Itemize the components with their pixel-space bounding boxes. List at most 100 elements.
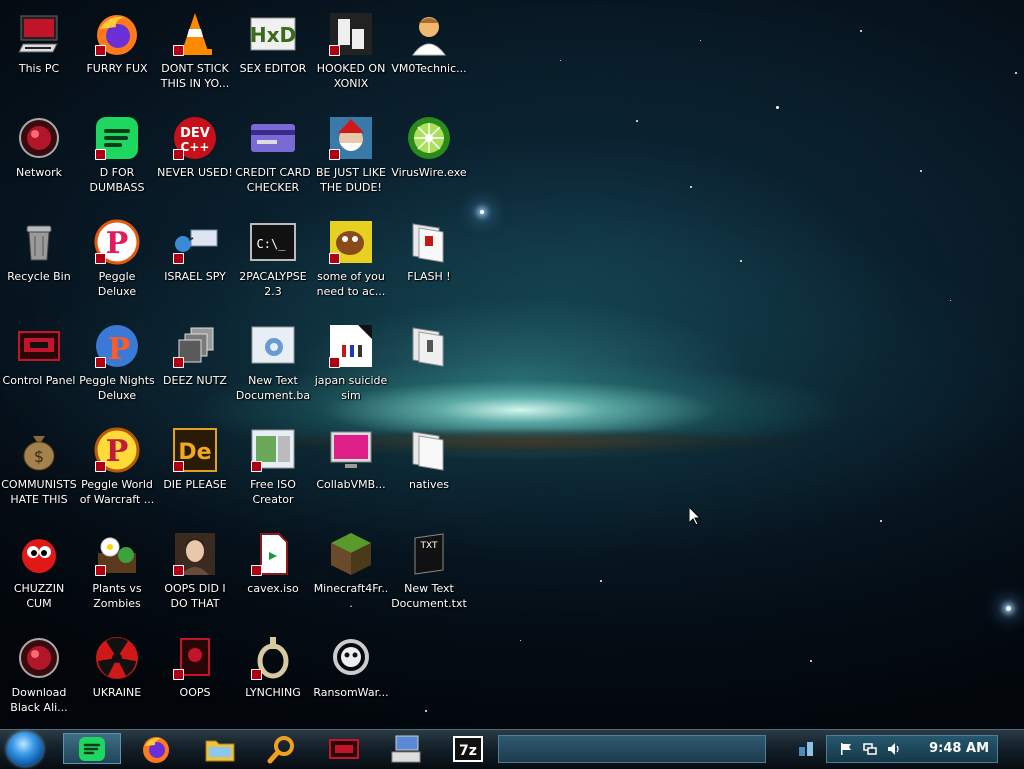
desktop-icon-lynching[interactable]: LYNCHING — [234, 628, 312, 728]
shortcut-badge-icon — [173, 253, 184, 264]
dev-cpp-icon: DEV C++ — [171, 114, 219, 162]
network-orb-icon — [15, 114, 63, 162]
desktop-icon-this-pc[interactable]: This PC — [0, 4, 78, 104]
minecraft-block-icon — [327, 530, 375, 578]
mouse-cursor-icon — [688, 505, 702, 530]
desktop-icon-ukraine[interactable]: UKRAINE — [78, 628, 156, 728]
7zip-icon: 7z — [453, 735, 483, 762]
desktop-icon-hooked-on-xonix[interactable]: HOOKED ON XONIX — [312, 4, 390, 104]
shortcut-badge-icon — [173, 357, 184, 368]
network-icon[interactable] — [863, 742, 877, 756]
taskbar-button-firefox[interactable] — [127, 733, 185, 764]
action-center-flag-icon[interactable] — [839, 742, 853, 756]
desktop-icon-free-iso-creator[interactable]: Free ISO Creator — [234, 420, 312, 520]
clock[interactable]: 9:48 AM — [929, 741, 989, 756]
shortcut-badge-icon — [329, 45, 340, 56]
desktop-icon-credit-card-checker[interactable]: CREDIT CARD CHECKER — [234, 108, 312, 208]
shortcut-badge-icon — [173, 669, 184, 680]
desktop-icon-unnamed-folder[interactable] — [390, 316, 468, 416]
keyboard-icon — [391, 735, 421, 762]
star — [560, 60, 561, 61]
star — [636, 120, 638, 122]
desktop-icon-die-please[interactable]: De DIE PLEASE — [156, 420, 234, 520]
desktop-icon-minecraft[interactable]: Minecraft4Fr... — [312, 524, 390, 624]
windows-stack-icon — [171, 322, 219, 370]
shortcut-badge-icon — [173, 149, 184, 160]
desktop-icon-never-used[interactable]: DEV C++ NEVER USED! — [156, 108, 234, 208]
desktop-icon-d-for-dumbass[interactable]: D FOR DUMBASS — [78, 108, 156, 208]
desktop-icon-furry-fux[interactable]: FURRY FUX — [78, 4, 156, 104]
desktop-icon-communists[interactable]: $ COMMUNISTS HATE THIS G... — [0, 420, 78, 520]
credit-card-icon — [249, 114, 297, 162]
start-orb-icon[interactable] — [7, 732, 43, 766]
taskbar-button-spotify[interactable] — [63, 733, 121, 764]
desktop-icon-japan-suicide-sim[interactable]: japan suicide sim — [312, 316, 390, 416]
desktop-icon-ransomware[interactable]: RansomWar... — [312, 628, 390, 728]
icon-label: SEX EDITOR — [239, 62, 307, 75]
iso-file-icon — [249, 530, 297, 578]
icon-label: Peggle Deluxe — [97, 270, 137, 298]
desktop-icon-recycle-bin[interactable]: Recycle Bin — [0, 212, 78, 312]
limewire-icon — [405, 114, 453, 162]
taskbar-button-7zip[interactable]: 7z — [439, 733, 497, 764]
desktop-icon-israel-spy[interactable]: ISRAEL SPY — [156, 212, 234, 312]
desktop-icon-viruswire[interactable]: VirusWire.exe — [390, 108, 468, 208]
desktop-icon-peggle-deluxe[interactable]: P Peggle Deluxe — [78, 212, 156, 312]
icon-label: japan suicide sim — [314, 374, 388, 402]
desktop-icon-peggle-wow[interactable]: P Peggle World of Warcraft ... — [78, 420, 156, 520]
folder-icon — [205, 740, 235, 761]
star — [740, 260, 742, 262]
icon-label: natives — [408, 478, 450, 491]
skull-icon — [327, 634, 375, 682]
desktop-icon-deez-nutz[interactable]: DEEZ NUTZ — [156, 316, 234, 416]
desktop-icon-sex-editor[interactable]: HxD SEX EDITOR — [234, 4, 312, 104]
taskbar-running-area[interactable] — [498, 735, 766, 763]
desktop-icon-network[interactable]: Network — [0, 108, 78, 208]
desktop-icon-oops-did-i[interactable]: OOPS DID I DO THAT — [156, 524, 234, 624]
svg-text:HxD: HxD — [250, 23, 296, 47]
desktop-icon-peggle-nights[interactable]: P Peggle Nights Deluxe — [78, 316, 156, 416]
peggle-nights-icon: P — [93, 322, 141, 370]
desktop-icon-new-text-bat[interactable]: New Text Document.bat — [234, 316, 312, 416]
shortcut-badge-icon — [329, 357, 340, 368]
desktop-icon-new-text-document[interactable]: TXT New Text Document.txt — [390, 524, 468, 624]
desktop-icon-plants-vs-zombies[interactable]: Plants vs Zombies — [78, 524, 156, 624]
desktop-icon-download-black[interactable]: Download Black Ali... — [0, 628, 78, 728]
shortcut-badge-icon — [95, 565, 106, 576]
desktop-icon-control-panel[interactable]: Control Panel — [0, 316, 78, 416]
icon-label: CollabVMB... — [316, 478, 386, 491]
icon-label: LYNCHING — [245, 686, 301, 699]
icon-label: RansomWar... — [313, 686, 389, 699]
desktop-icon-flash[interactable]: FLASH ! — [390, 212, 468, 312]
icon-label: VM0Technic... — [391, 62, 467, 75]
desktop-icon-natives[interactable]: natives — [390, 420, 468, 520]
desktop-icon-be-just-like[interactable]: BE JUST LIKE THE DUDE! — [312, 108, 390, 208]
taskbar-button-search[interactable] — [253, 733, 311, 764]
star — [920, 170, 922, 172]
radiation-icon — [93, 634, 141, 682]
portrait-icon — [171, 530, 219, 578]
desktop-icon-dont-stick[interactable]: DONT STICK THIS IN YO... — [156, 4, 234, 104]
desktop-icon-cavex-iso[interactable]: cavex.iso — [234, 524, 312, 624]
desktop-icon-some-of-you[interactable]: some of you need to ac... — [312, 212, 390, 312]
icon-label: CHUZZIN CUM — [13, 582, 65, 610]
icon-label: New Text Document.txt — [391, 582, 467, 610]
star — [860, 30, 862, 32]
folder-open-icon — [405, 218, 453, 266]
desktop-icon-2pacalypse[interactable]: C:\_ 2PACALYPSE 2.3 — [234, 212, 312, 312]
icon-label: D FOR DUMBASS — [89, 166, 145, 194]
volume-icon[interactable] — [887, 742, 901, 756]
desktop-icon-vm0technic[interactable]: VM0Technic... — [390, 4, 468, 104]
icon-label: Control Panel — [2, 374, 76, 387]
desktop-icon-collabvmb[interactable]: CollabVMB... — [312, 420, 390, 520]
taskbar-button-control-panel[interactable] — [315, 733, 373, 764]
show-desktop-button[interactable] — [793, 735, 819, 763]
star — [1015, 72, 1017, 74]
desktop-icon-chuzzin[interactable]: CHUZZIN CUM — [0, 524, 78, 624]
taskbar-button-on-screen-keyboard[interactable] — [377, 733, 435, 764]
desktop-icon-oops[interactable]: OOPS — [156, 628, 234, 728]
taskbar-button-file-explorer[interactable] — [191, 733, 249, 764]
firefox-icon — [143, 736, 169, 763]
shortcut-badge-icon — [95, 357, 106, 368]
shortcut-badge-icon — [173, 45, 184, 56]
